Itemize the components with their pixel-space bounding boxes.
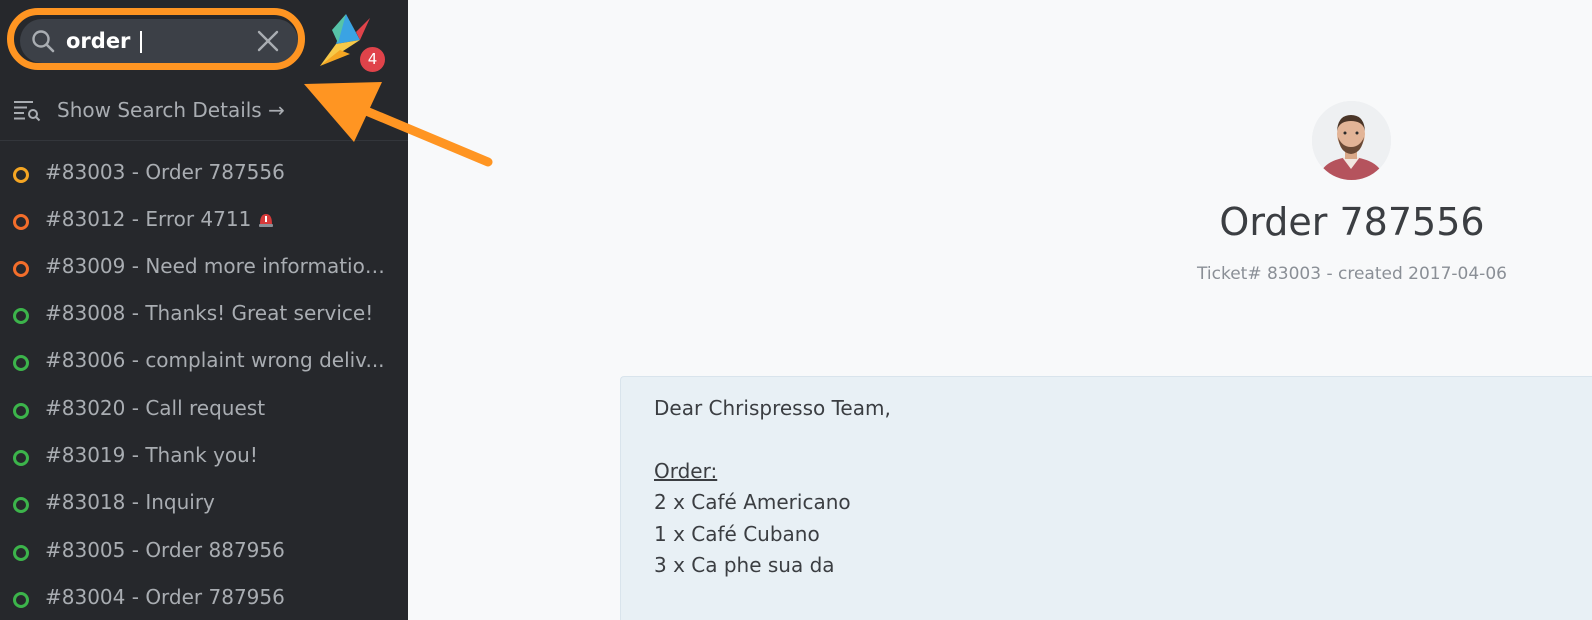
status-dot	[13, 545, 29, 561]
article-order-item: 2 x Café Americano	[654, 490, 851, 514]
result-label: #83004 - Order 787956	[45, 585, 285, 609]
app-window: 4 Show Search Details → #83003 - Order 7…	[0, 0, 1592, 620]
status-dot	[13, 355, 29, 371]
search-result-item[interactable]: #83003 - Order 787556	[0, 153, 408, 197]
ticket-title[interactable]: Order 787556	[1160, 200, 1544, 244]
search-result-item[interactable]: #83004 - Order 787956	[0, 578, 408, 620]
avatar[interactable]	[1312, 101, 1391, 180]
search-result-item[interactable]: #83005 - Order 887956	[0, 531, 408, 575]
result-label: #83009 - Need more information!	[45, 254, 385, 278]
search-result-item[interactable]: #83008 - Thanks! Great service!	[0, 294, 408, 338]
result-label-wrap: #83012 - Error 4711	[45, 207, 385, 231]
status-dot	[13, 450, 29, 466]
result-label: #83018 - Inquiry	[45, 490, 215, 514]
article-order-item: 1 x Café Cubano	[654, 522, 820, 546]
search-result-item[interactable]: #83009 - Need more information!	[0, 247, 408, 291]
search-details-icon[interactable]	[13, 99, 41, 123]
search-input[interactable]	[66, 26, 246, 56]
text-cursor	[140, 31, 142, 53]
search-result-item[interactable]: #83020 - Call request	[0, 389, 408, 433]
result-label: #83019 - Thank you!	[45, 443, 258, 467]
search-box[interactable]	[20, 19, 298, 63]
sidebar: 4 Show Search Details → #83003 - Order 7…	[0, 0, 408, 620]
article-order-item: 3 x Ca phe sua da	[654, 553, 835, 577]
alert-icon	[259, 214, 274, 227]
result-label: #83003 - Order 787556	[45, 160, 285, 184]
result-label: #83006 - complaint wrong deliv...	[45, 348, 385, 372]
status-dot	[13, 167, 29, 183]
status-dot	[13, 497, 29, 513]
close-icon[interactable]	[256, 29, 280, 53]
status-dot	[13, 592, 29, 608]
search-result-item[interactable]: #83018 - Inquiry	[0, 483, 408, 527]
divider	[0, 140, 408, 141]
ticket-meta: Ticket# 83003 - created 2017-04-06	[1197, 264, 1507, 284]
article-order-heading: Order:	[654, 459, 718, 483]
result-label: #83005 - Order 887956	[45, 538, 285, 562]
article-body: Dear Chrispresso Team, Order: 2 x Café A…	[620, 376, 1592, 620]
show-search-details-link[interactable]: Show Search Details →	[57, 98, 285, 122]
search-result-item[interactable]: #83012 - Error 4711	[0, 200, 408, 244]
search-icon	[32, 30, 55, 53]
result-label: #83012 - Error 4711	[45, 207, 252, 231]
avatar-image	[1312, 101, 1391, 180]
result-label: #83020 - Call request	[45, 396, 266, 420]
status-dot	[13, 214, 29, 230]
search-result-item[interactable]: #83019 - Thank you!	[0, 436, 408, 480]
status-dot	[13, 403, 29, 419]
notification-badge[interactable]: 4	[358, 45, 387, 74]
search-result-item[interactable]: #83006 - complaint wrong deliv...	[0, 341, 408, 385]
status-dot	[13, 308, 29, 324]
result-label: #83008 - Thanks! Great service!	[45, 301, 374, 325]
status-dot	[13, 261, 29, 277]
article-greeting: Dear Chrispresso Team,	[654, 396, 891, 420]
